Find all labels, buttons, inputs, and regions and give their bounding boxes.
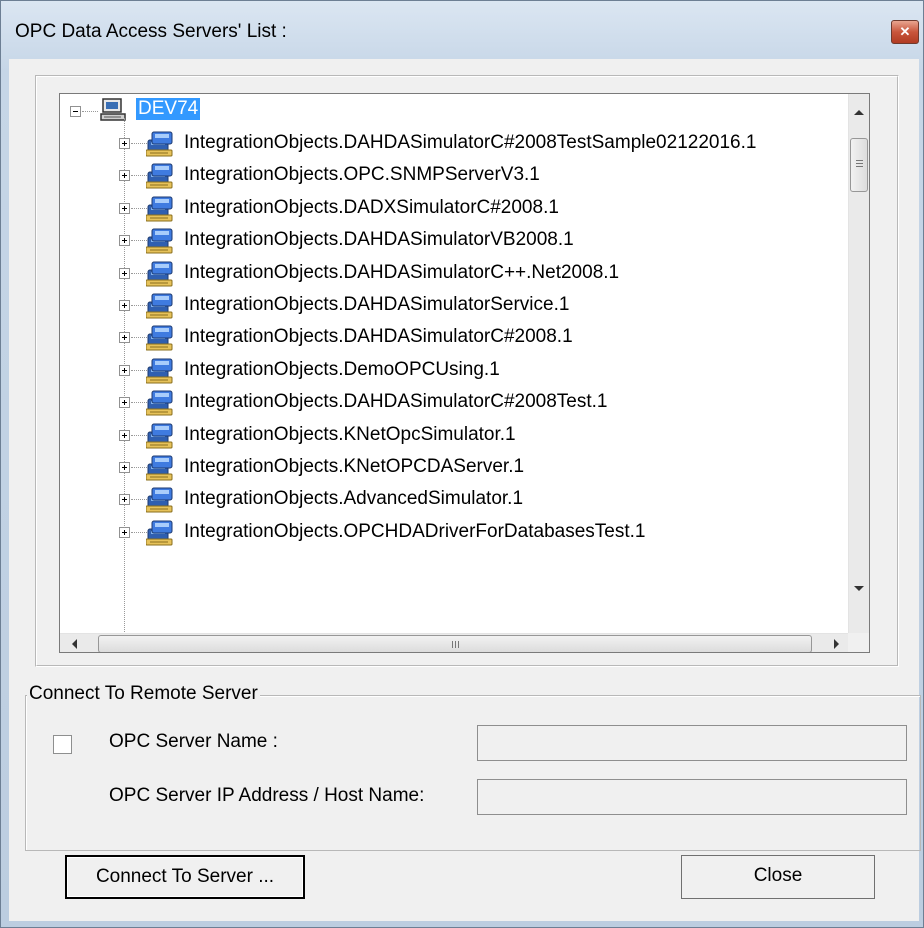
opc-server-icon	[146, 228, 173, 254]
horizontal-scrollbar[interactable]	[60, 633, 848, 652]
server-node-label: IntegrationObjects.DAHDASimulatorC#2008T…	[184, 132, 757, 153]
expand-toggle[interactable]	[119, 526, 130, 538]
expand-toggle[interactable]	[119, 300, 130, 311]
tree-node-server[interactable]: IntegrationObjects.KNetOPCDAServer.1	[60, 452, 840, 484]
tree-node-server[interactable]: IntegrationObjects.AdvancedSimulator.1	[60, 484, 840, 516]
title-bar[interactable]: OPC Data Access Servers' List : ✕	[1, 1, 923, 59]
ip-address-label: OPC Server IP Address / Host Name:	[109, 785, 425, 806]
root-node-label: DEV74	[136, 98, 201, 120]
remote-server-legend: Connect To Remote Server	[27, 683, 260, 705]
scroll-left-icon[interactable]	[72, 639, 77, 649]
server-node-label: IntegrationObjects.KNetOPCDAServer.1	[184, 456, 525, 477]
computer-icon	[100, 98, 126, 121]
remote-server-group	[25, 695, 921, 851]
tree-content: DEV74 IntegrationObjects.DAHDASimulatorC…	[60, 94, 850, 634]
scroll-right-icon[interactable]	[834, 639, 839, 649]
expand-toggle[interactable]	[119, 138, 130, 149]
opc-server-icon	[146, 487, 173, 513]
vertical-scrollbar[interactable]	[848, 94, 869, 633]
server-name-field[interactable]	[477, 725, 907, 761]
server-node-label: IntegrationObjects.KNetOpcSimulator.1	[184, 423, 516, 445]
expand-toggle[interactable]	[119, 429, 130, 441]
server-node-label: IntegrationObjects.DADXSimulatorC#2008.1	[184, 196, 559, 218]
expand-toggle[interactable]	[119, 462, 130, 473]
expand-toggle[interactable]	[119, 267, 130, 279]
vertical-scroll-thumb[interactable]	[850, 138, 868, 192]
expand-toggle[interactable]	[119, 235, 130, 247]
scroll-corner	[848, 633, 869, 652]
opc-server-icon	[146, 261, 173, 287]
window-close-button[interactable]: ✕	[891, 20, 919, 44]
window-title: OPC Data Access Servers' List :	[15, 21, 287, 42]
scroll-down-icon[interactable]	[854, 586, 864, 591]
opc-server-icon	[146, 423, 173, 449]
server-tree[interactable]: DEV74 IntegrationObjects.DAHDASimulatorC…	[59, 93, 870, 653]
tree-node-server[interactable]: IntegrationObjects.DADXSimulatorC#2008.1	[60, 193, 840, 225]
tree-node-server[interactable]: IntegrationObjects.DAHDASimulatorC#2008.…	[60, 322, 840, 354]
horizontal-scroll-thumb[interactable]	[98, 635, 812, 652]
server-node-label: IntegrationObjects.DAHDASimulatorC++.Net…	[184, 261, 620, 283]
tree-node-server[interactable]: IntegrationObjects.DAHDASimulatorC#2008T…	[60, 387, 840, 419]
opc-server-icon	[146, 455, 173, 481]
connect-button[interactable]: Connect To Server ...	[65, 855, 305, 899]
close-icon: ✕	[899, 24, 911, 39]
tree-node-server[interactable]: IntegrationObjects.OPC.SNMPServerV3.1	[60, 160, 840, 192]
remote-server-checkbox[interactable]	[53, 735, 72, 754]
expand-toggle[interactable]	[119, 332, 130, 344]
expand-toggle[interactable]	[119, 397, 130, 409]
close-button[interactable]: Close	[681, 855, 875, 899]
server-name-label: OPC Server Name :	[109, 731, 278, 752]
dialog-client-area: DEV74 IntegrationObjects.DAHDASimulatorC…	[9, 59, 921, 921]
expand-toggle[interactable]	[119, 364, 130, 376]
server-node-label: IntegrationObjects.OPC.SNMPServerV3.1	[184, 164, 540, 186]
opc-server-icon	[146, 293, 173, 319]
server-node-label: IntegrationObjects.DAHDASimulatorService…	[184, 294, 570, 315]
opc-server-icon	[146, 163, 173, 189]
opc-server-icon	[146, 325, 173, 351]
tree-node-server[interactable]: IntegrationObjects.DAHDASimulatorVB2008.…	[60, 225, 840, 257]
dialog-window: OPC Data Access Servers' List : ✕ DEV74	[0, 0, 924, 928]
server-node-label: IntegrationObjects.DAHDASimulatorVB2008.…	[184, 229, 574, 251]
scroll-up-icon[interactable]	[854, 110, 864, 115]
server-node-label: IntegrationObjects.DAHDASimulatorC#2008.…	[184, 326, 573, 348]
opc-server-icon	[146, 390, 173, 416]
tree-node-server[interactable]: IntegrationObjects.DAHDASimulatorC++.Net…	[60, 258, 840, 290]
ip-address-field[interactable]	[477, 779, 907, 815]
collapse-toggle[interactable]	[70, 106, 81, 117]
tree-node-server[interactable]: IntegrationObjects.DemoOPCUsing.1	[60, 355, 840, 387]
server-node-label: IntegrationObjects.DemoOPCUsing.1	[184, 358, 500, 380]
expand-toggle[interactable]	[119, 202, 130, 214]
expand-toggle[interactable]	[119, 170, 130, 182]
server-node-label: IntegrationObjects.AdvancedSimulator.1	[184, 488, 524, 510]
tree-node-server[interactable]: IntegrationObjects.OPCHDADriverForDataba…	[60, 517, 840, 549]
tree-node-server[interactable]: IntegrationObjects.KNetOpcSimulator.1	[60, 420, 840, 452]
tree-node-root[interactable]: DEV74	[60, 96, 840, 128]
server-node-label: IntegrationObjects.DAHDASimulatorC#2008T…	[184, 391, 608, 413]
tree-node-server[interactable]: IntegrationObjects.DAHDASimulatorC#2008T…	[60, 128, 840, 160]
server-node-label: IntegrationObjects.OPCHDADriverForDataba…	[184, 520, 646, 542]
expand-toggle[interactable]	[119, 494, 130, 506]
opc-server-icon	[146, 520, 173, 546]
opc-server-icon	[146, 131, 173, 157]
opc-server-icon	[146, 358, 173, 384]
opc-server-icon	[146, 196, 173, 222]
tree-node-server[interactable]: IntegrationObjects.DAHDASimulatorService…	[60, 290, 840, 322]
